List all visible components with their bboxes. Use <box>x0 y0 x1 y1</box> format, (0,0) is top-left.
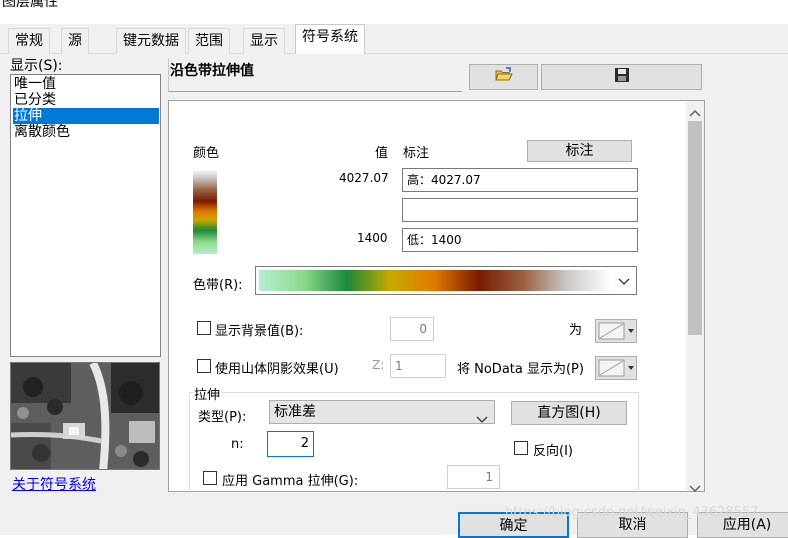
n-input[interactable]: 2 <box>267 431 314 457</box>
list-item-unique-values[interactable]: 唯一值 <box>13 76 159 92</box>
scroll-up-icon[interactable] <box>689 106 701 121</box>
window-title: 图层属性 <box>2 0 58 10</box>
as-label: 为 <box>569 323 583 338</box>
legend-color-swatch[interactable] <box>193 169 217 254</box>
chevron-down-icon <box>476 409 488 431</box>
z-factor-input[interactable]: 1 <box>390 354 446 378</box>
invert-checkbox[interactable] <box>514 441 528 455</box>
hillshade-label: 使用山体阴影效果(U) <box>215 362 339 377</box>
value-column-header: 值 <box>375 146 389 161</box>
label-column-header: 标注 <box>403 146 430 161</box>
nodata-color-button[interactable] <box>595 356 637 380</box>
tab-display[interactable]: 显示 <box>243 28 285 54</box>
n-label: n: <box>231 437 244 452</box>
tab-symbology[interactable]: 符号系统 <box>295 24 365 55</box>
caret-down-icon <box>628 329 634 333</box>
label-button[interactable]: 标注 <box>527 140 632 162</box>
low-label-input[interactable]: 低：1400 <box>402 228 638 252</box>
mid-label-input[interactable] <box>402 198 638 222</box>
watermark-text: https://blog.csdn.net/weixin_43628557 <box>505 505 759 520</box>
renderer-list[interactable]: 唯一值 已分类 拉伸 离散颜色 <box>10 74 161 357</box>
high-label-input[interactable]: 高：4027.07 <box>402 168 638 192</box>
stretch-group-label: 拉伸 <box>193 384 222 403</box>
display-background-label: 显示背景值(B): <box>215 324 304 339</box>
gamma-checkbox[interactable] <box>203 471 217 485</box>
tab-source[interactable]: 源 <box>61 28 89 54</box>
folder-open-icon <box>494 67 513 87</box>
title-bar: 图层属性 <box>0 0 788 24</box>
tab-key-metadata[interactable]: 键元数据 <box>116 28 186 54</box>
about-symbology-link[interactable]: 关于符号系统 <box>12 474 96 494</box>
color-ramp-label: 色带(R): <box>193 278 243 293</box>
invert-label: 反向(I) <box>533 444 573 459</box>
stretch-type-label: 类型(P): <box>198 410 247 425</box>
save-button[interactable] <box>541 64 702 90</box>
histogram-button[interactable]: 直方图(H) <box>511 401 627 425</box>
gamma-label: 应用 Gamma 拉伸(G): <box>222 474 359 489</box>
show-label: 显示(S): <box>10 58 63 74</box>
background-value-input[interactable]: 0 <box>390 317 434 341</box>
low-value: 1400 <box>357 231 388 245</box>
color-column-header: 颜色 <box>193 146 220 161</box>
scroll-down-icon[interactable] <box>689 482 701 497</box>
high-value: 4027.07 <box>339 171 389 185</box>
nodata-label: 将 NoData 显示为(P) <box>457 362 584 377</box>
list-item-classified[interactable]: 已分类 <box>13 92 159 108</box>
renderer-preview-image <box>10 362 160 470</box>
color-ramp-preview <box>259 270 611 291</box>
stretch-type-select[interactable]: 标准差 <box>269 400 495 424</box>
tab-extent[interactable]: 范围 <box>188 28 230 54</box>
tab-general[interactable]: 常规 <box>8 28 50 54</box>
renderer-title: 沿色带拉伸值 <box>170 63 254 79</box>
open-button[interactable] <box>469 64 538 90</box>
gamma-value-input[interactable]: 1 <box>447 465 500 489</box>
list-item-discrete-color[interactable]: 离散颜色 <box>13 124 159 140</box>
background-color-button[interactable] <box>595 319 637 343</box>
hillshade-checkbox[interactable] <box>197 359 211 373</box>
list-item-stretched[interactable]: 拉伸 <box>13 108 159 124</box>
save-icon <box>614 67 630 87</box>
display-background-checkbox[interactable] <box>197 321 211 335</box>
chevron-down-icon <box>618 275 630 290</box>
color-ramp-dropdown[interactable] <box>255 266 637 295</box>
z-factor-label: Z: <box>372 358 385 372</box>
stretch-type-value: 标准差 <box>274 404 316 420</box>
scroll-thumb[interactable] <box>688 121 702 335</box>
